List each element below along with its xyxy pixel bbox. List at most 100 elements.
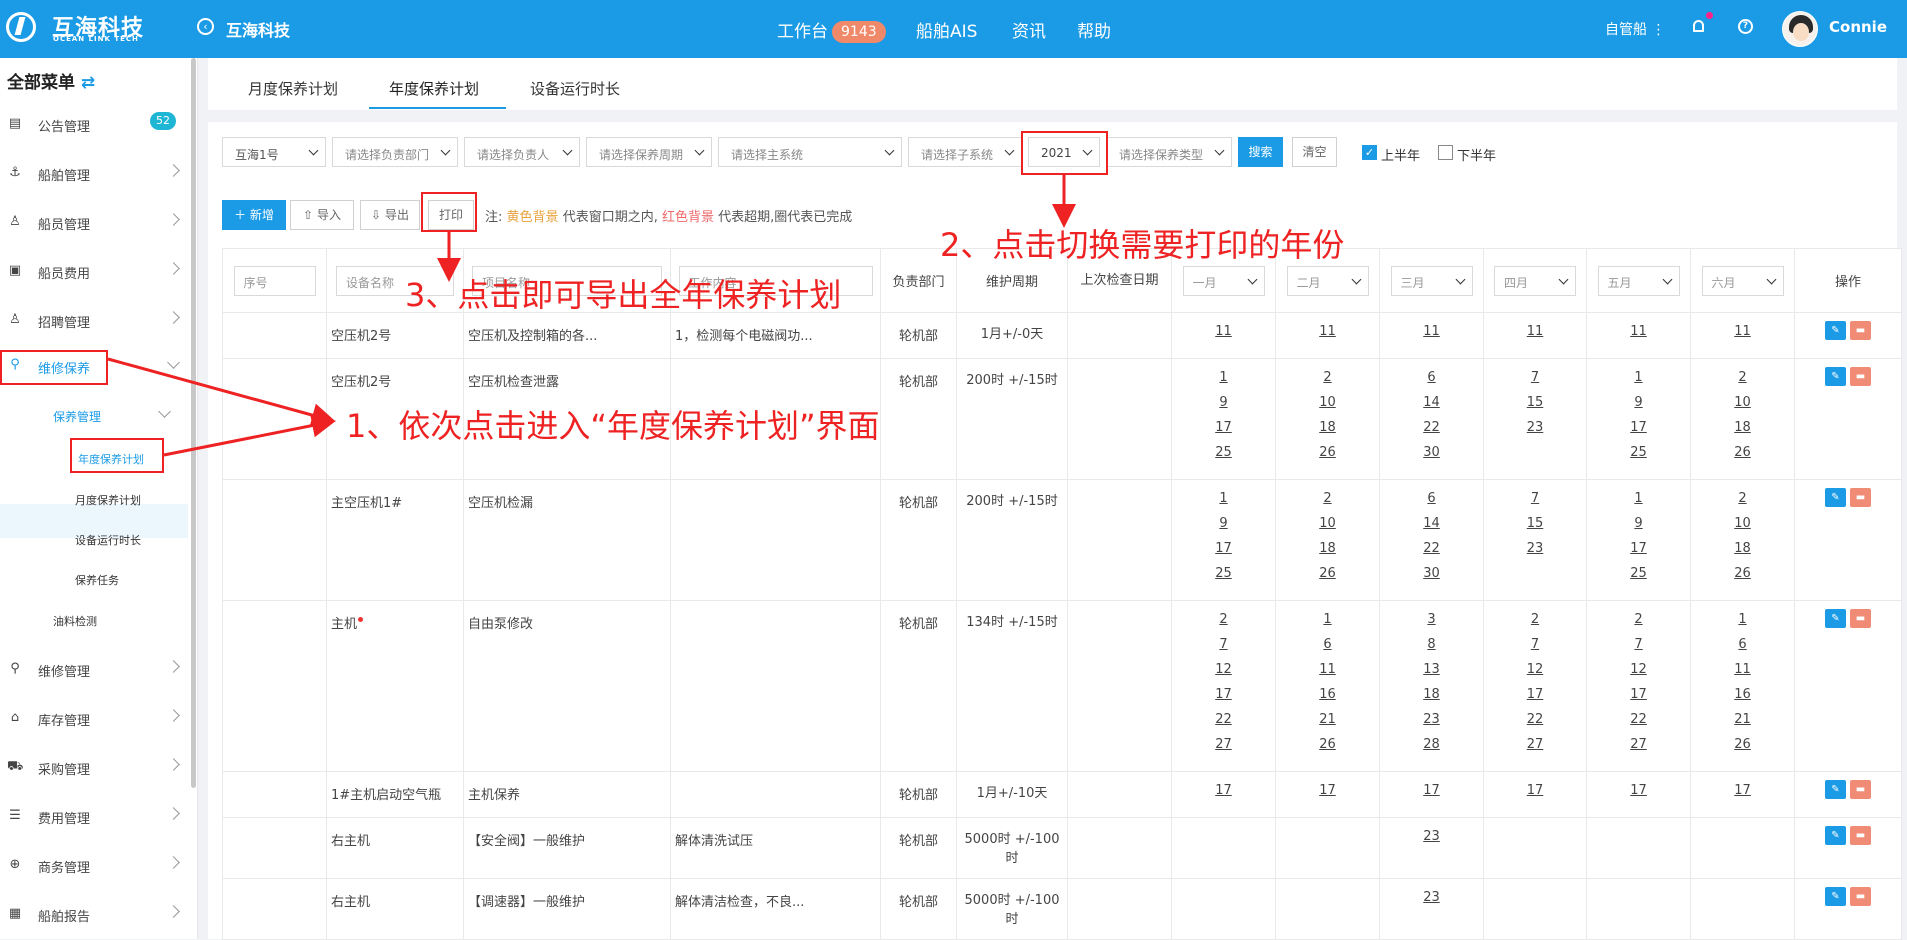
month-select-3[interactable]: 三月 xyxy=(1390,265,1473,296)
sidebar-item-ship[interactable]: ⚓ 船舶管理 xyxy=(0,159,188,189)
date-link[interactable]: 10 xyxy=(1280,390,1375,415)
first-half-checkbox[interactable]: ✓ xyxy=(1362,145,1377,160)
type-select[interactable]: 请选择保养类型 xyxy=(1106,137,1232,167)
date-link[interactable]: 11 xyxy=(1488,319,1582,344)
date-link[interactable]: 6 xyxy=(1384,486,1479,511)
date-link[interactable]: 17 xyxy=(1176,682,1271,707)
date-link[interactable]: 1 xyxy=(1280,607,1375,632)
ship-select[interactable]: 互海1号 xyxy=(222,137,326,167)
date-link[interactable]: 27 xyxy=(1591,732,1686,757)
date-link[interactable]: 18 xyxy=(1695,415,1790,440)
org-switch[interactable]: 自管船 ⋮ xyxy=(1605,19,1665,39)
date-link[interactable]: 11 xyxy=(1176,319,1271,344)
date-link[interactable]: 10 xyxy=(1280,511,1375,536)
date-link[interactable]: 11 xyxy=(1384,319,1479,344)
date-link[interactable]: 17 xyxy=(1591,778,1686,803)
delete-icon[interactable]: ▬ xyxy=(1850,488,1871,507)
edit-icon[interactable]: ✎ xyxy=(1825,887,1846,906)
date-link[interactable]: 30 xyxy=(1384,440,1479,465)
date-link[interactable]: 23 xyxy=(1488,415,1582,440)
sidebar-item-crew[interactable]: ♙ 船员管理 xyxy=(0,208,188,238)
clear-button[interactable]: 清空 xyxy=(1292,137,1337,167)
date-link[interactable]: 17 xyxy=(1488,778,1582,803)
date-link[interactable]: 23 xyxy=(1488,536,1582,561)
date-link[interactable]: 2 xyxy=(1488,607,1582,632)
date-link[interactable]: 15 xyxy=(1488,390,1582,415)
date-link[interactable]: 1 xyxy=(1176,486,1271,511)
person-select[interactable]: 请选择负责人 xyxy=(464,137,580,167)
date-link[interactable]: 26 xyxy=(1280,440,1375,465)
date-link[interactable]: 18 xyxy=(1280,415,1375,440)
main-system-select[interactable]: 请选择主系统 xyxy=(718,137,902,167)
help-icon[interactable]: ? xyxy=(1738,19,1753,34)
date-link[interactable]: 26 xyxy=(1280,732,1375,757)
date-link[interactable]: 17 xyxy=(1591,536,1686,561)
tab-monthly[interactable]: 月度保养计划 xyxy=(248,78,338,99)
date-link[interactable]: 11 xyxy=(1591,319,1686,344)
date-link[interactable]: 2 xyxy=(1695,486,1790,511)
month-select-1[interactable]: 一月 xyxy=(1182,265,1265,296)
date-link[interactable]: 14 xyxy=(1384,511,1479,536)
date-link[interactable]: 1 xyxy=(1176,365,1271,390)
sidebar-item-purchase[interactable]: ⛟ 采购管理 xyxy=(0,753,188,783)
date-link[interactable]: 14 xyxy=(1384,390,1479,415)
delete-icon[interactable]: ▬ xyxy=(1850,826,1871,845)
second-half-checkbox[interactable] xyxy=(1438,145,1453,160)
nav-news[interactable]: 资讯 xyxy=(1012,17,1046,42)
date-link[interactable]: 25 xyxy=(1176,561,1271,586)
dept-select[interactable]: 请选择负责部门 xyxy=(332,137,458,167)
date-link[interactable]: 17 xyxy=(1176,415,1271,440)
date-link[interactable]: 27 xyxy=(1488,732,1582,757)
date-link[interactable]: 1 xyxy=(1591,365,1686,390)
date-link[interactable]: 17 xyxy=(1176,778,1271,803)
date-link[interactable]: 23 xyxy=(1384,824,1479,849)
delete-icon[interactable]: ▬ xyxy=(1850,780,1871,799)
switch-icon[interactable]: ⇄ xyxy=(81,73,95,93)
edit-icon[interactable]: ✎ xyxy=(1825,609,1846,628)
date-link[interactable]: 17 xyxy=(1280,778,1375,803)
month-select-4[interactable]: 四月 xyxy=(1494,265,1576,296)
back-icon[interactable]: ‹ xyxy=(197,18,214,35)
date-link[interactable]: 13 xyxy=(1384,657,1479,682)
nav-help[interactable]: 帮助 xyxy=(1077,17,1111,42)
date-link[interactable]: 22 xyxy=(1591,707,1686,732)
date-link[interactable]: 1 xyxy=(1591,486,1686,511)
search-button[interactable]: 搜索 xyxy=(1238,137,1283,167)
date-link[interactable]: 2 xyxy=(1695,365,1790,390)
date-link[interactable]: 30 xyxy=(1384,561,1479,586)
date-link[interactable]: 23 xyxy=(1384,707,1479,732)
edit-icon[interactable]: ✎ xyxy=(1825,826,1846,845)
sidebar-item-report[interactable]: ▦ 船舶报告 xyxy=(0,900,188,930)
sidebar-item-crew-cost[interactable]: ▣ 船员费用 xyxy=(0,257,188,287)
date-link[interactable]: 15 xyxy=(1488,511,1582,536)
export-button[interactable]: ⇩ 导出 xyxy=(360,200,420,230)
date-link[interactable]: 6 xyxy=(1695,632,1790,657)
date-link[interactable]: 7 xyxy=(1488,486,1582,511)
date-link[interactable]: 2 xyxy=(1176,607,1271,632)
date-link[interactable]: 2 xyxy=(1591,607,1686,632)
date-link[interactable]: 26 xyxy=(1280,561,1375,586)
bell-icon[interactable] xyxy=(1693,20,1704,32)
edit-icon[interactable]: ✎ xyxy=(1825,488,1846,507)
sidebar-sub-group[interactable]: 保养管理 xyxy=(53,408,101,425)
date-link[interactable]: 12 xyxy=(1176,657,1271,682)
date-link[interactable]: 26 xyxy=(1695,440,1790,465)
date-link[interactable]: 3 xyxy=(1384,607,1479,632)
delete-icon[interactable]: ▬ xyxy=(1850,887,1871,906)
date-link[interactable]: 23 xyxy=(1384,885,1479,910)
nav-ais[interactable]: 船舶AIS xyxy=(916,17,977,42)
sidebar-title[interactable]: 全部菜单 ⇄ xyxy=(7,68,95,93)
tab-runtime[interactable]: 设备运行时长 xyxy=(530,78,620,99)
date-link[interactable]: 22 xyxy=(1384,415,1479,440)
date-link[interactable]: 9 xyxy=(1591,511,1686,536)
date-link[interactable]: 22 xyxy=(1488,707,1582,732)
date-link[interactable]: 22 xyxy=(1384,536,1479,561)
nav-workbench[interactable]: 工作台 9143 xyxy=(777,17,886,43)
date-link[interactable]: 8 xyxy=(1384,632,1479,657)
date-link[interactable]: 9 xyxy=(1176,390,1271,415)
date-link[interactable]: 9 xyxy=(1176,511,1271,536)
date-link[interactable]: 11 xyxy=(1695,657,1790,682)
delete-icon[interactable]: ▬ xyxy=(1850,609,1871,628)
date-link[interactable]: 12 xyxy=(1488,657,1582,682)
avatar[interactable] xyxy=(1782,11,1818,47)
